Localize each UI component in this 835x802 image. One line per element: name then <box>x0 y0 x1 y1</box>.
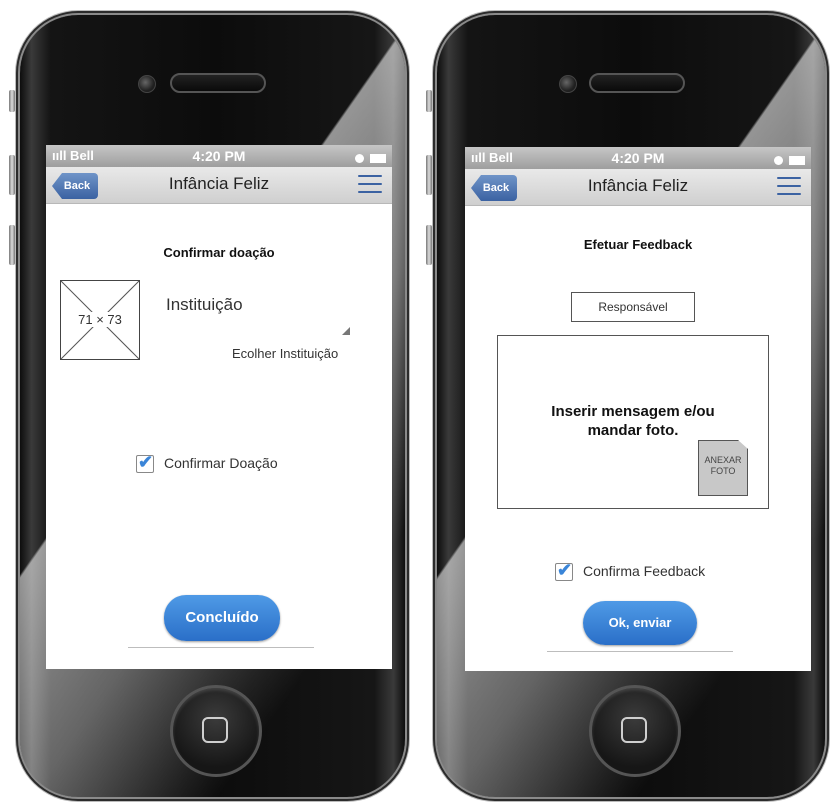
navigation-bar: Back Infância Feliz <box>46 167 392 204</box>
checkmark-icon: ✔ <box>138 452 154 472</box>
responsible-field[interactable]: Responsável <box>571 292 695 322</box>
confirm-feedback-checkbox[interactable]: ✔ <box>555 560 573 581</box>
image-dimensions-label: 71 × 73 <box>76 312 124 327</box>
checkmark-icon: ✔ <box>557 560 573 580</box>
status-bar: ııll Bell 4:20 PM <box>46 145 392 167</box>
volume-up-button <box>426 155 432 195</box>
app-screen-right: ııll Bell 4:20 PM Back Infância Feliz Ef… <box>465 147 811 671</box>
app-title: Infância Feliz <box>168 174 270 193</box>
battery-icon <box>789 156 805 166</box>
clock: 4:20 PM <box>192 148 246 164</box>
home-square-icon <box>202 717 228 743</box>
page-title: Efetuar Feedback <box>583 237 693 252</box>
confirm-donation-checkbox[interactable]: ✔ <box>136 452 154 473</box>
institution-label: Instituição <box>166 295 243 314</box>
volume-down-button <box>9 225 15 265</box>
message-placeholder: Inserir mensagem e/ou mandar foto. <box>551 403 715 439</box>
home-button[interactable] <box>170 685 262 777</box>
home-button[interactable] <box>589 685 681 777</box>
message-area[interactable]: Inserir mensagem e/ou mandar foto. ANEXA… <box>497 335 769 509</box>
volume-switch <box>426 90 432 112</box>
camera-icon <box>559 75 577 93</box>
confirm-feedback-label: Confirma Feedback <box>583 563 706 579</box>
clock: 4:20 PM <box>611 150 665 166</box>
volume-up-button <box>9 155 15 195</box>
alarm-icon <box>355 154 364 164</box>
volume-switch <box>9 90 15 112</box>
app-title: Infância Feliz <box>587 176 689 195</box>
alarm-icon <box>774 156 783 166</box>
menu-icon[interactable] <box>777 177 801 197</box>
app-screen-left: ııll Bell 4:20 PM Back Infância Feliz Co… <box>46 145 392 669</box>
attach-photo-button[interactable]: ANEXAR FOTO <box>698 440 748 496</box>
menu-icon[interactable] <box>358 175 382 195</box>
phone-mockup-right: ııll Bell 4:20 PM Back Infância Feliz Ef… <box>437 15 825 797</box>
home-square-icon <box>621 717 647 743</box>
institution-select[interactable]: Ecolher Instituição <box>232 346 338 361</box>
speaker-grille <box>589 73 685 93</box>
send-button[interactable]: Ok, enviar <box>583 601 697 645</box>
navigation-bar: Back Infância Feliz <box>465 169 811 206</box>
divider <box>128 647 314 648</box>
status-bar: ııll Bell 4:20 PM <box>465 147 811 169</box>
done-button[interactable]: Concluído <box>164 595 280 641</box>
dropdown-arrow-icon[interactable] <box>342 327 350 335</box>
camera-icon <box>138 75 156 93</box>
speaker-grille <box>170 73 266 93</box>
battery-icon <box>370 154 386 164</box>
phone-mockup-left: ııll Bell 4:20 PM Back Infância Feliz Co… <box>20 15 405 797</box>
image-placeholder: 71 × 73 <box>60 280 140 360</box>
divider <box>547 651 733 652</box>
confirm-donation-label: Confirmar Doação <box>164 455 278 471</box>
volume-down-button <box>426 225 432 265</box>
page-title: Confirmar doação <box>163 245 275 260</box>
